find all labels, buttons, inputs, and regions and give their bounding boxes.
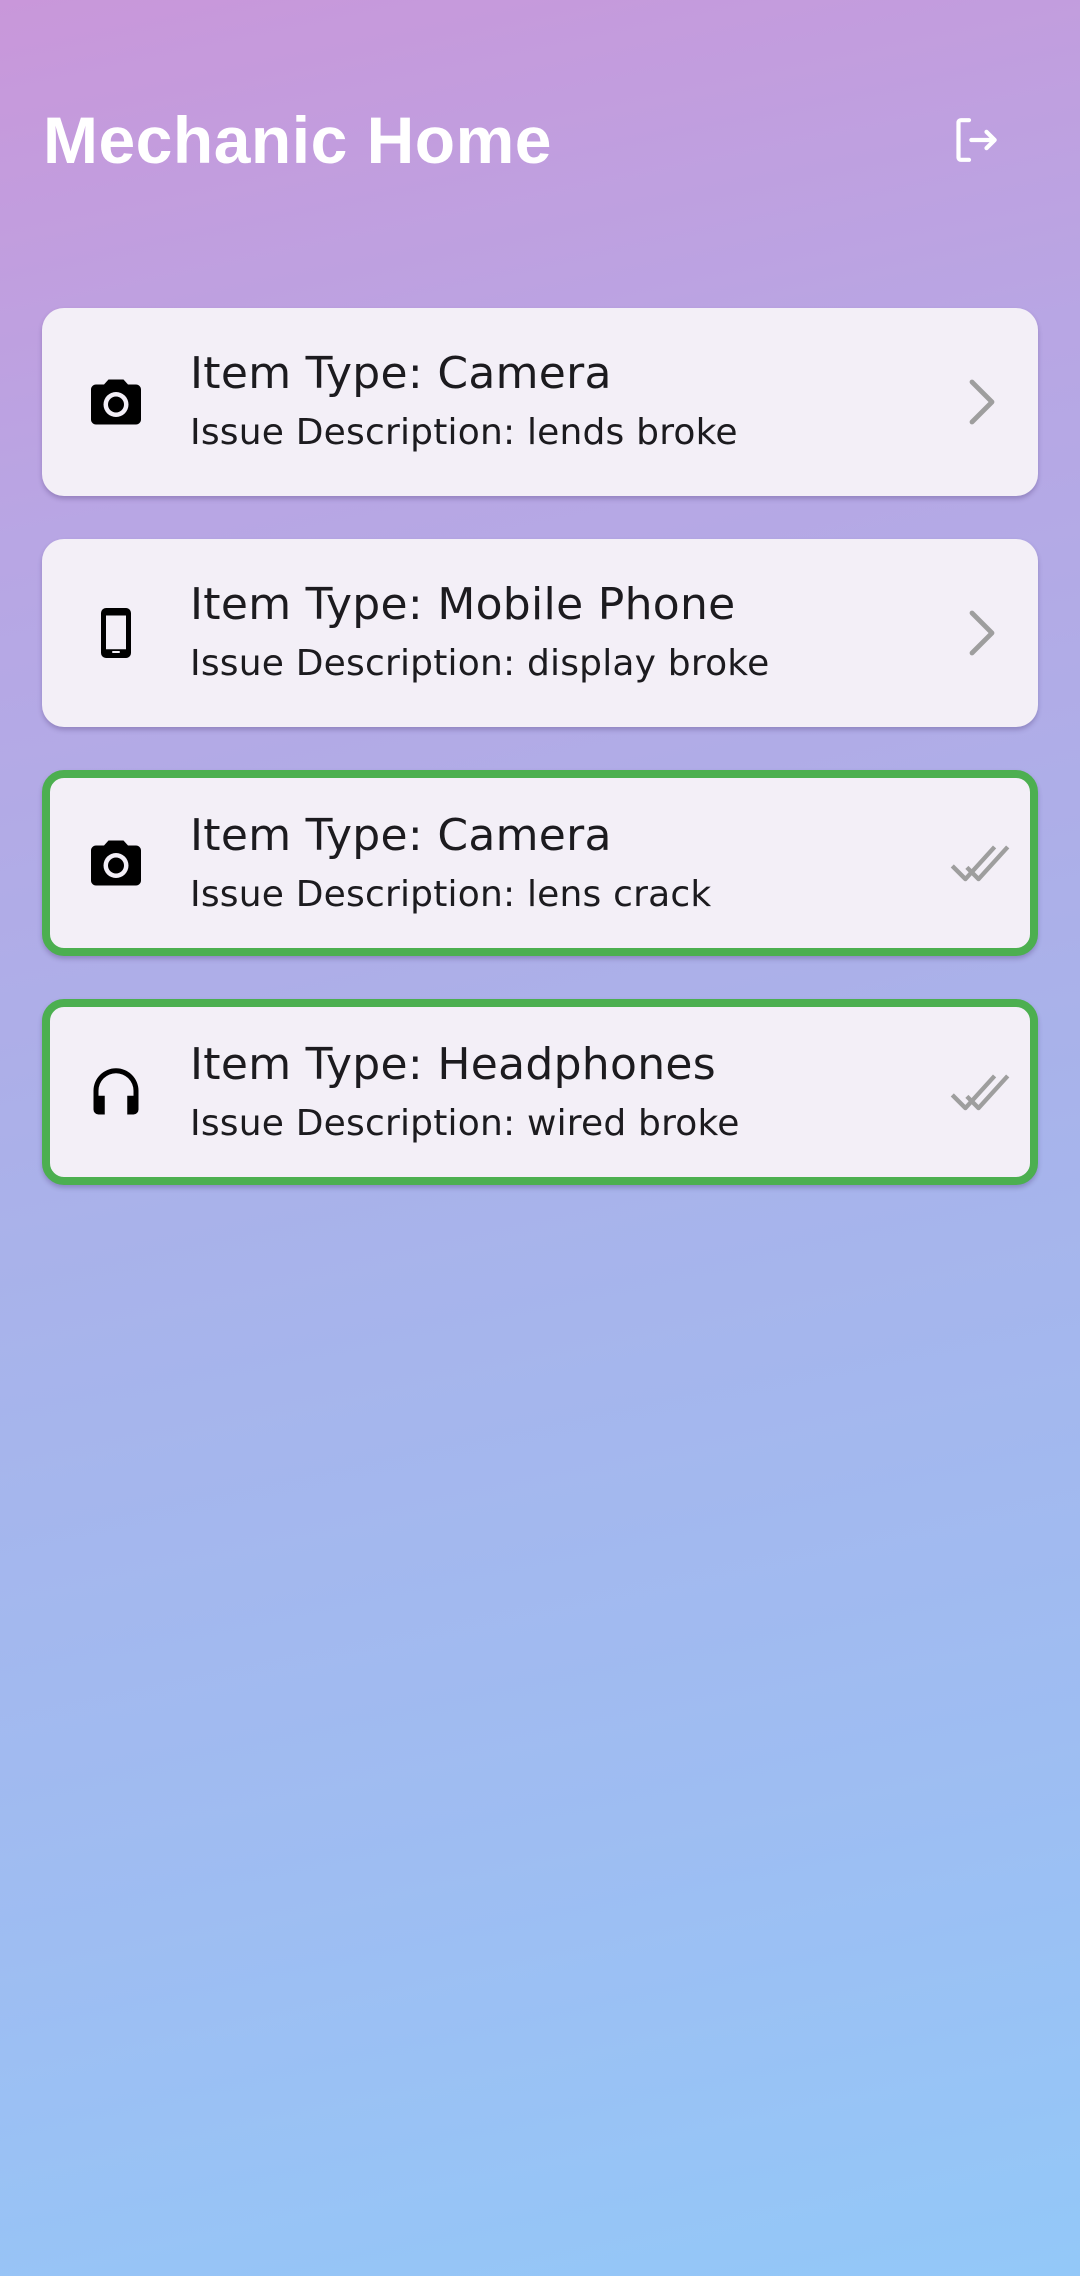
chevron-right-icon[interactable]	[940, 362, 1020, 442]
list-item-repair-request[interactable]: Item Type: Camera Issue Description: len…	[42, 308, 1038, 496]
page-title: Mechanic Home	[43, 103, 552, 177]
issue-description-label: Issue Description: lends broke	[190, 412, 738, 453]
item-type-label: Item Type: Mobile Phone	[190, 579, 736, 630]
app-bar: Mechanic Home	[0, 0, 1080, 280]
done-all-icon	[940, 823, 1020, 903]
issue-description-label: Issue Description: lens crack	[190, 874, 712, 915]
logout-icon	[956, 118, 997, 162]
headphones-icon	[80, 1056, 152, 1128]
item-type-label: Item Type: Headphones	[190, 1039, 716, 1090]
list-item-repair-request-done[interactable]: Item Type: Headphones Issue Description:…	[42, 999, 1038, 1185]
issue-description-label: Issue Description: display broke	[190, 643, 770, 684]
repair-request-list: Item Type: Camera Issue Description: len…	[42, 308, 1038, 1228]
list-item-repair-request[interactable]: Item Type: Mobile Phone Issue Descriptio…	[42, 539, 1038, 727]
camera-icon	[80, 827, 152, 899]
chevron-right-icon[interactable]	[940, 593, 1020, 673]
list-item-repair-request-done[interactable]: Item Type: Camera Issue Description: len…	[42, 770, 1038, 956]
logout-button[interactable]	[934, 106, 1018, 174]
done-all-icon	[940, 1052, 1020, 1132]
item-type-label: Item Type: Camera	[190, 810, 612, 861]
camera-icon	[80, 366, 152, 438]
mobile-phone-icon	[80, 597, 152, 669]
issue-description-label: Issue Description: wired broke	[190, 1103, 740, 1144]
item-type-label: Item Type: Camera	[190, 348, 612, 399]
